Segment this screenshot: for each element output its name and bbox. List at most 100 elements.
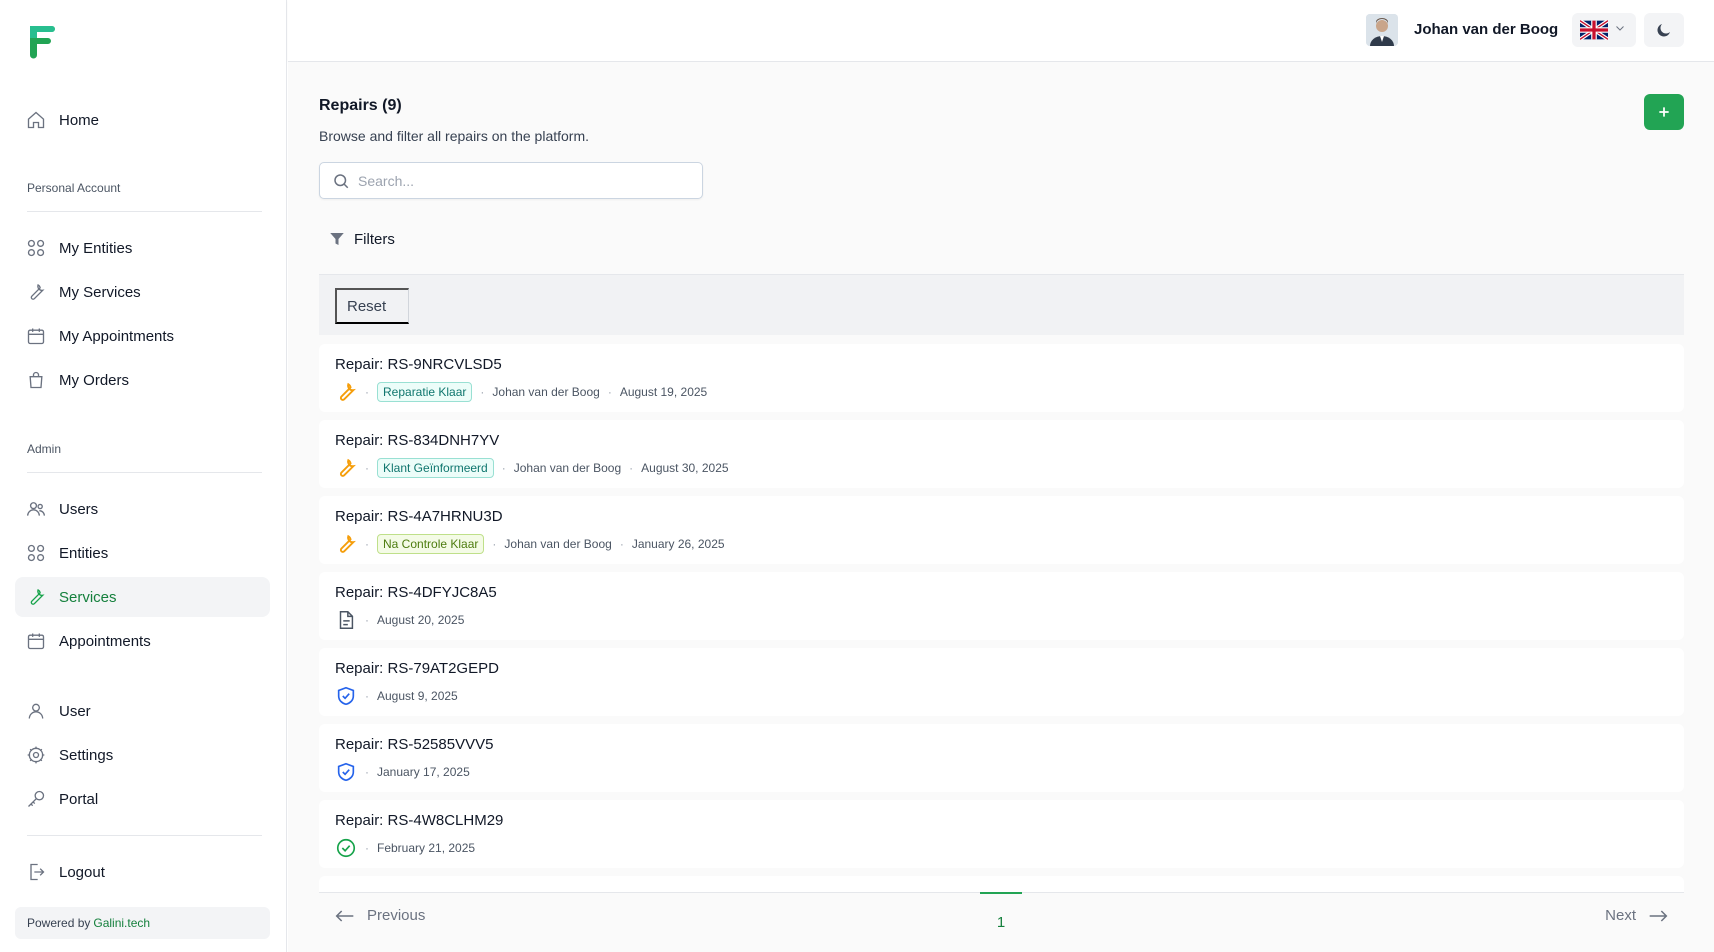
- repair-date: August 19, 2025: [619, 385, 708, 399]
- page-subtitle: Browse and filter all repairs on the pla…: [319, 128, 590, 144]
- repair-meta: · February 21, 2025: [335, 836, 475, 860]
- list-item[interactable]: Repair: RS-52585VVV5 · January 17, 2025: [319, 724, 1684, 792]
- funnel-icon: [330, 233, 344, 245]
- repairs-list: Repair: RS-9NRCVLSD5 · Reparatie Klaar ·…: [319, 344, 1684, 892]
- sidebar-item-entities[interactable]: Entities: [15, 533, 270, 573]
- wrench-icon: [25, 281, 47, 303]
- shield-check-icon: [335, 685, 357, 707]
- status-badge: Klant Geïnformeerd: [377, 458, 494, 478]
- sidebar-item-my-services[interactable]: My Services: [15, 272, 270, 312]
- user-icon: [25, 700, 47, 722]
- avatar[interactable]: [1366, 14, 1398, 46]
- sidebar-item-label: Entities: [59, 544, 109, 562]
- repair-title: Repair: RS-52585VVV5: [335, 736, 494, 753]
- repair-customer: Johan van der Boog: [513, 461, 622, 475]
- theme-toggle-button[interactable]: [1644, 13, 1684, 47]
- list-item[interactable]: Repair: RS-79AT2GEPD · August 9, 2025: [319, 648, 1684, 716]
- page-number-current[interactable]: 1: [980, 892, 1022, 932]
- users-icon: [25, 498, 47, 520]
- repair-title: Repair: RS-4DFYJC8A5: [335, 584, 497, 601]
- sidebar-item-logout[interactable]: Logout: [15, 852, 270, 892]
- repair-date: January 17, 2025: [377, 765, 470, 779]
- status-badge: Na Controle Klaar: [377, 534, 485, 554]
- sidebar-item-services[interactable]: Services: [15, 577, 270, 617]
- repair-meta: · Klant Geïnformeerd · Johan van der Boo…: [335, 456, 729, 480]
- repair-meta: · August 9, 2025: [335, 684, 458, 708]
- sidebar-item-portal[interactable]: Portal: [15, 779, 270, 819]
- reset-button[interactable]: Reset: [335, 288, 410, 324]
- divider: [27, 472, 262, 473]
- filter-bar: Reset: [319, 274, 1684, 335]
- powered-by-brand-link[interactable]: Galini.tech: [93, 916, 150, 930]
- powered-by-label: Powered by: [27, 916, 91, 930]
- grid-icon: [25, 542, 47, 564]
- wrench-icon: [25, 586, 47, 608]
- grid-icon: [25, 237, 47, 259]
- calendar-icon: [25, 325, 47, 347]
- sidebar-item-settings[interactable]: Settings: [15, 735, 270, 775]
- chevron-down-icon: [1614, 21, 1626, 39]
- next-label: Next: [1605, 907, 1636, 924]
- repair-title: Repair: RS-4A7HRNU3D: [335, 508, 503, 525]
- user-name[interactable]: Johan van der Boog: [1414, 21, 1558, 38]
- search-icon: [334, 173, 349, 188]
- repair-date: August 9, 2025: [377, 689, 458, 703]
- calendar-icon: [25, 630, 47, 652]
- plus-icon: [1659, 107, 1669, 117]
- gear-icon: [25, 744, 47, 766]
- sidebar-item-label: My Entities: [59, 239, 133, 257]
- list-item[interactable]: Repair: RS-9NRCVLSD5 · Reparatie Klaar ·…: [319, 344, 1684, 412]
- repair-meta: · Na Controle Klaar · Johan van der Boog…: [335, 532, 725, 556]
- sidebar-item-home[interactable]: Home: [15, 100, 270, 140]
- language-selector[interactable]: [1572, 13, 1636, 47]
- previous-page-button[interactable]: Previous: [335, 907, 425, 924]
- sidebar-item-users[interactable]: Users: [15, 489, 270, 529]
- uk-flag-icon: [1580, 20, 1608, 40]
- add-repair-button[interactable]: [1644, 94, 1684, 130]
- moon-icon: [1657, 24, 1670, 37]
- logout-icon: [25, 861, 47, 883]
- sidebar-item-my-appointments[interactable]: My Appointments: [15, 316, 270, 356]
- status-badge: Reparatie Klaar: [377, 382, 473, 402]
- sidebar-item-label: Logout: [59, 863, 105, 881]
- repair-title: Repair: RS-79AT2GEPD: [335, 660, 499, 677]
- sidebar-item-label: Portal: [59, 790, 99, 808]
- wrench-icon: [335, 381, 357, 403]
- repair-meta: · Reparatie Klaar · Johan van der Boog ·…: [335, 380, 707, 404]
- filters-label: Filters: [354, 230, 395, 248]
- repair-meta: · August 20, 2025: [335, 608, 464, 632]
- sidebar-item-my-entities[interactable]: My Entities: [15, 228, 270, 268]
- repair-date: January 26, 2025: [631, 537, 725, 551]
- logo-icon[interactable]: [26, 22, 56, 60]
- shopping-bag-icon: [25, 369, 47, 391]
- sidebar-item-label: Users: [59, 500, 99, 518]
- repair-title: Repair: RS-834DNH7YV: [335, 432, 500, 449]
- wrench-icon: [335, 533, 357, 555]
- sidebar-item-label: Services: [59, 588, 117, 606]
- repair-title: Repair: RS-9NRCVLSD5: [335, 356, 502, 373]
- filters-toggle[interactable]: Filters: [328, 230, 395, 248]
- sidebar: Home Personal Account My Entities My Ser…: [0, 0, 287, 952]
- wrench-icon: [335, 457, 357, 479]
- list-item-partial[interactable]: [319, 876, 1684, 892]
- sidebar-item-my-orders[interactable]: My Orders: [15, 360, 270, 400]
- section-title-personal: Personal Account: [27, 181, 121, 195]
- arrow-right-icon: [1649, 909, 1668, 922]
- home-icon: [25, 109, 47, 131]
- sidebar-item-label: My Services: [59, 283, 141, 301]
- list-item[interactable]: Repair: RS-834DNH7YV · Klant Geïnformeer…: [319, 420, 1684, 488]
- list-item[interactable]: Repair: RS-4A7HRNU3D · Na Controle Klaar…: [319, 496, 1684, 564]
- sidebar-item-user[interactable]: User: [15, 691, 270, 731]
- list-item[interactable]: Repair: RS-4W8CLHM29 · February 21, 2025: [319, 800, 1684, 868]
- search-input[interactable]: [358, 172, 678, 189]
- check-circle-icon: [335, 837, 357, 859]
- sidebar-item-label: Settings: [59, 746, 114, 764]
- shield-check-icon: [335, 761, 357, 783]
- list-item[interactable]: Repair: RS-4DFYJC8A5 · August 20, 2025: [319, 572, 1684, 640]
- powered-by: Powered by Galini.tech: [15, 907, 270, 939]
- repair-customer: Johan van der Boog: [504, 537, 612, 551]
- page-title: Repairs (9): [319, 97, 402, 114]
- sidebar-item-label: User: [59, 702, 91, 720]
- next-page-button[interactable]: Next: [1605, 907, 1668, 924]
- sidebar-item-appointments[interactable]: Appointments: [15, 621, 270, 661]
